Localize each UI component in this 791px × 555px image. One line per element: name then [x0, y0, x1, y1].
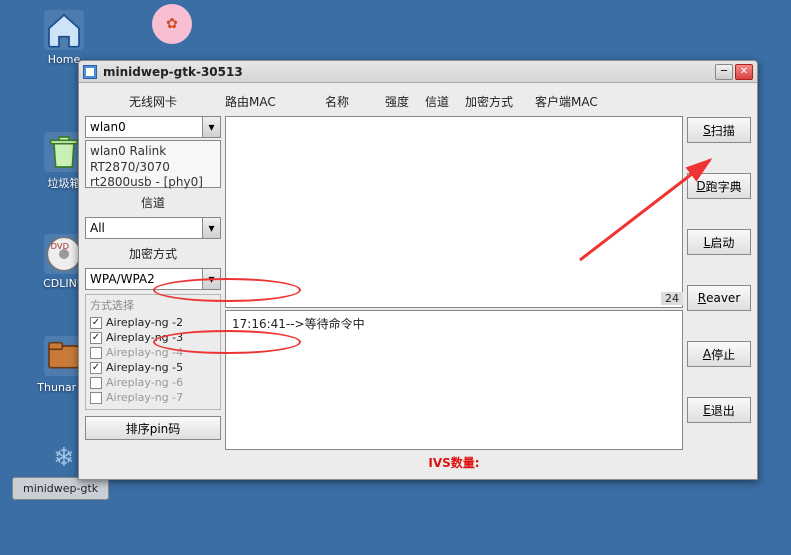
left-panel: 无线网卡 wlan0 ▾ wlan0 Ralink RT2870/3070 rt… — [85, 89, 221, 473]
mode-checkbox[interactable]: ✓Aireplay-ng -3 — [90, 330, 216, 345]
col-channel: 信道 — [425, 93, 465, 110]
chevron-down-icon: ▾ — [202, 269, 220, 289]
log-list[interactable]: 17:16:41-->等待命令中 — [225, 310, 683, 450]
titlebar[interactable]: minidwep-gtk-30513 ─ ✕ — [79, 61, 757, 83]
desktop-app-icon[interactable]: ✿ — [142, 4, 202, 47]
list-header: 路由MAC 名称 强度 信道 加密方式 客户端MAC — [225, 89, 683, 116]
ivs-label: IVS数量: — [225, 450, 683, 473]
col-name: 名称 — [325, 93, 385, 110]
window-title: minidwep-gtk-30513 — [103, 65, 715, 79]
mode-checkbox[interactable]: ✓Aireplay-ng -2 — [90, 315, 216, 330]
mode-checkbox[interactable]: Aireplay-ng -4 — [90, 345, 216, 360]
exit-button[interactable]: E退出 — [687, 397, 751, 423]
dict-button[interactable]: D跑字典 — [687, 173, 751, 199]
mode-title: 方式选择 — [90, 297, 216, 313]
checkbox-icon: ✓ — [90, 362, 102, 374]
desktop-home-icon[interactable]: Home — [34, 10, 94, 66]
channel-label: 信道 — [85, 190, 221, 215]
mode-group: 方式选择 ✓Aireplay-ng -2✓Aireplay-ng -3Airep… — [85, 294, 221, 410]
close-button[interactable]: ✕ — [735, 64, 753, 80]
mode-checkbox[interactable]: Aireplay-ng -7 — [90, 390, 216, 405]
ap-list[interactable] — [225, 116, 683, 308]
col-strength: 强度 — [385, 93, 425, 110]
app-window: minidwep-gtk-30513 ─ ✕ 无线网卡 wlan0 ▾ wlan… — [78, 60, 758, 480]
taskbar-item[interactable]: minidwep-gtk — [12, 477, 109, 500]
adapter-label: 无线网卡 — [85, 89, 221, 114]
col-enc: 加密方式 — [465, 93, 535, 110]
channel-select[interactable]: All ▾ — [85, 217, 221, 239]
enc-select[interactable]: WPA/WPA2 ▾ — [85, 268, 221, 290]
col-mac: 路由MAC — [225, 93, 325, 110]
stop-button[interactable]: A停止 — [687, 341, 751, 367]
log-line: 17:16:41-->等待命令中 — [226, 311, 682, 336]
window-icon — [83, 65, 97, 79]
pink-icon: ✿ — [152, 4, 192, 44]
center-panel: 路由MAC 名称 强度 信道 加密方式 客户端MAC 24 17:16:41--… — [225, 89, 683, 473]
scan-button[interactable]: S扫描 — [687, 117, 751, 143]
mode-checkbox[interactable]: ✓Aireplay-ng -5 — [90, 360, 216, 375]
right-panel: S扫描 D跑字典 L启动 Reaver A停止 E退出 — [687, 89, 751, 473]
svg-text:DVD: DVD — [51, 241, 69, 251]
enc-label: 加密方式 — [85, 241, 221, 266]
checkbox-icon: ✓ — [90, 317, 102, 329]
chevron-down-icon: ▾ — [202, 218, 220, 238]
mode-checkbox[interactable]: Aireplay-ng -6 — [90, 375, 216, 390]
chevron-down-icon: ▾ — [202, 117, 220, 137]
count-badge: 24 — [661, 292, 683, 305]
home-icon — [44, 10, 84, 50]
adapter-info: wlan0 Ralink RT2870/3070 rt2800usb - [ph… — [85, 140, 221, 188]
checkbox-icon — [90, 377, 102, 389]
checkbox-icon — [90, 347, 102, 359]
adapter-select[interactable]: wlan0 ▾ — [85, 116, 221, 138]
minimize-button[interactable]: ─ — [715, 64, 733, 80]
col-clientmac: 客户端MAC — [535, 93, 683, 110]
reaver-button[interactable]: Reaver — [687, 285, 751, 311]
start-button[interactable]: L启动 — [687, 229, 751, 255]
checkbox-icon — [90, 392, 102, 404]
sort-pin-button[interactable]: 排序pin码 — [85, 416, 221, 440]
checkbox-icon: ✓ — [90, 332, 102, 344]
